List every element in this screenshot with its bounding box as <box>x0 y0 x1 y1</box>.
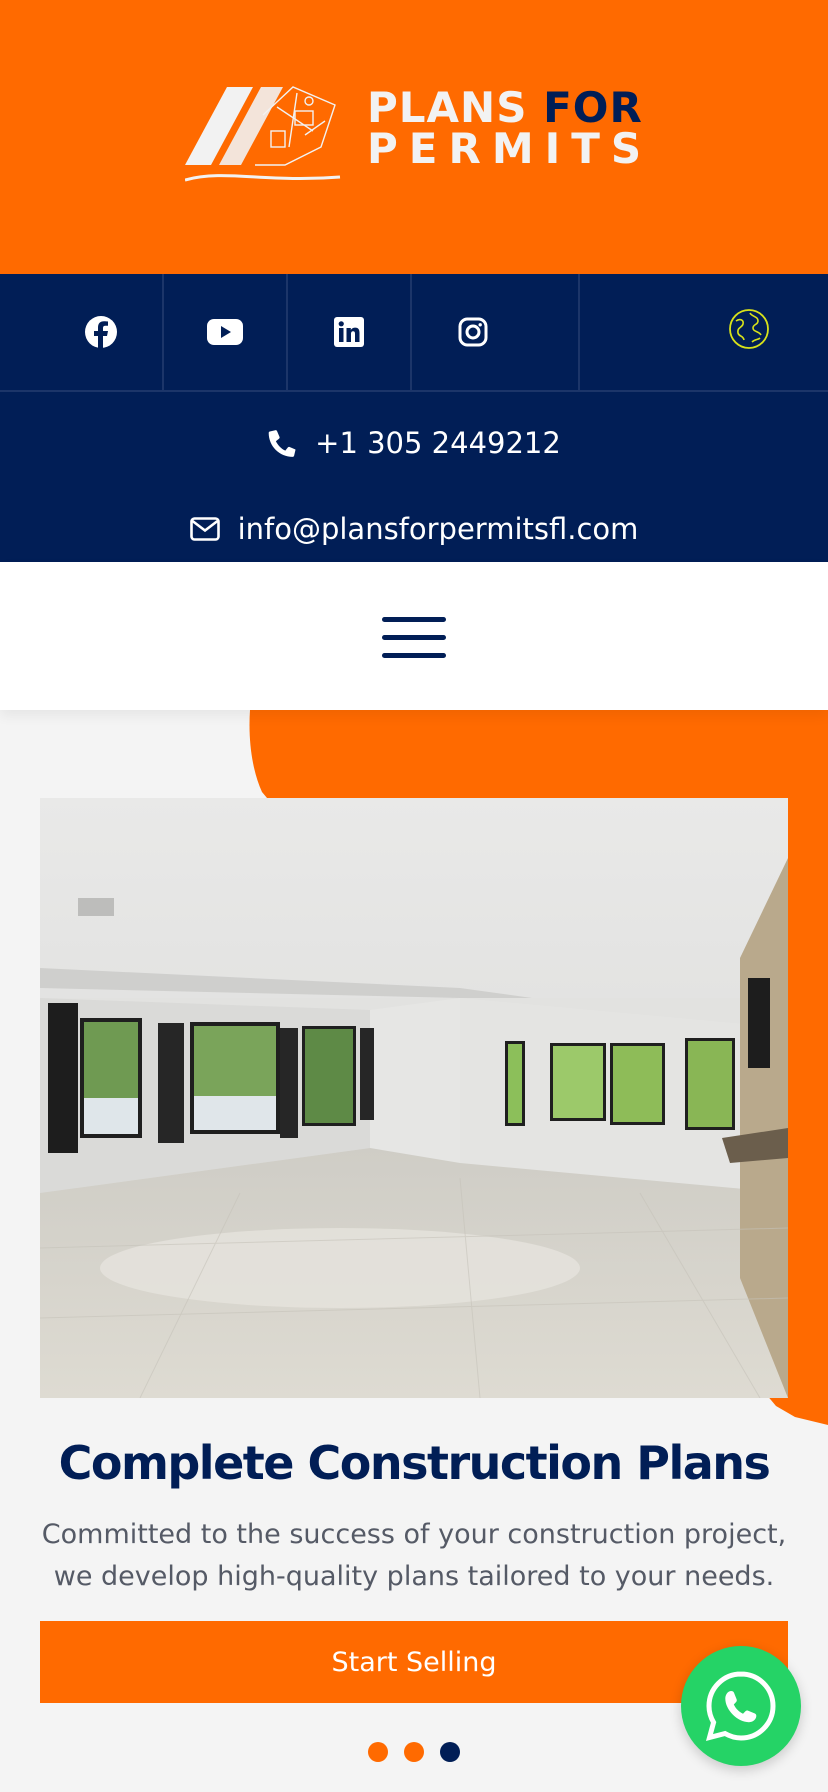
site-logo[interactable]: PLANS FOR PERMITS <box>185 85 645 190</box>
globe-icon <box>729 309 769 349</box>
start-selling-button[interactable]: Start Selling <box>40 1621 788 1703</box>
slider-dot-1[interactable] <box>368 1742 388 1762</box>
logo-word-permits: PERMITS <box>367 124 653 173</box>
main-navbar <box>0 562 828 710</box>
hero-image <box>40 798 788 1398</box>
contact-bar: +1 305 2449212 info@plansforpermitsfl.co… <box>0 392 828 562</box>
slider-dot-3[interactable] <box>440 1742 460 1762</box>
email-link[interactable]: info@plansforpermitsfl.com <box>0 506 828 552</box>
instagram-link[interactable] <box>412 274 580 390</box>
slider-dot-2[interactable] <box>404 1742 424 1762</box>
social-bar <box>0 274 828 392</box>
youtube-link[interactable] <box>164 274 288 390</box>
envelope-icon <box>189 517 220 541</box>
logo-mark-icon <box>185 86 341 182</box>
interior-room-photo <box>40 798 788 1398</box>
logo-wordmark: PLANS FOR PERMITS <box>367 87 652 170</box>
email-address: info@plansforpermitsfl.com <box>237 512 639 546</box>
phone-number: +1 305 2449212 <box>315 426 561 460</box>
facebook-link[interactable] <box>40 274 164 390</box>
facebook-icon <box>85 316 117 349</box>
hero-title: Complete Construction Plans <box>58 1436 771 1490</box>
site-header: PLANS FOR PERMITS <box>0 0 828 274</box>
hero-description: Committed to the success of your constru… <box>41 1519 787 1592</box>
whatsapp-button[interactable] <box>681 1646 801 1766</box>
whatsapp-icon <box>705 1671 776 1741</box>
instagram-icon <box>458 317 488 347</box>
phone-link[interactable]: +1 305 2449212 <box>0 420 828 466</box>
hamburger-menu-icon[interactable] <box>382 617 446 659</box>
phone-icon <box>268 430 296 457</box>
linkedin-link[interactable] <box>288 274 412 390</box>
language-selector[interactable] <box>580 274 828 390</box>
youtube-icon <box>207 319 243 345</box>
linkedin-icon <box>334 317 364 347</box>
